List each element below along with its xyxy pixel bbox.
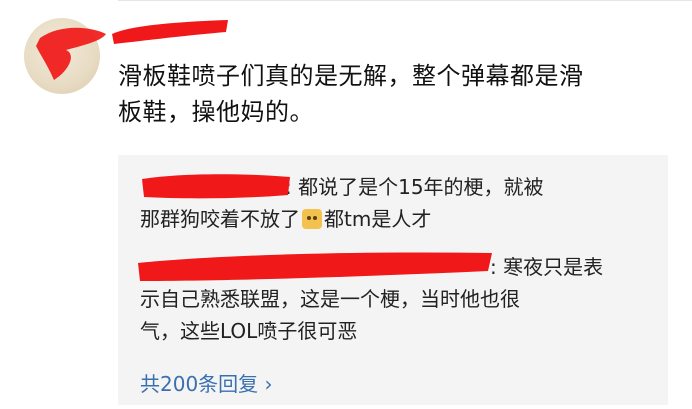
divider — [118, 0, 692, 1]
reply-text-line-2a: 那群狗咬着不放了 — [140, 207, 300, 231]
author-redaction — [142, 174, 290, 199]
username-redaction — [112, 20, 228, 44]
reply-text-line-1: : 都说了是个15年的梗，就被 — [285, 175, 544, 199]
doge-emoji-icon — [302, 209, 322, 229]
reply-text-line-3: 气，这些LOL喷子很可恶 — [140, 319, 358, 343]
redaction-mark — [36, 27, 106, 80]
comment-line-1: 滑板鞋喷子们真的是无解，整个弹幕都是滑 — [118, 62, 584, 90]
reply-text-line-1: : 寒夜只是表 — [490, 255, 604, 279]
view-all-replies-link[interactable]: 共200条回复 › — [140, 368, 273, 397]
comment-body: 滑板鞋喷子们真的是无解，整个弹幕都是滑 板鞋，操他妈的。 — [118, 58, 678, 130]
comment-line-2: 板鞋，操他妈的。 — [118, 98, 314, 126]
author-redaction — [138, 252, 492, 281]
replies-panel: 城: 都说了是个15年的梗，就被 那群狗咬着不放了都tm是人才 : 寒夜只是表 … — [118, 155, 668, 405]
reply-text-line-2b: 都tm是人才 — [324, 207, 432, 231]
reply-text-line-2: 示自己熟悉联盟，这是一个梗，当时他也很 — [140, 287, 520, 311]
